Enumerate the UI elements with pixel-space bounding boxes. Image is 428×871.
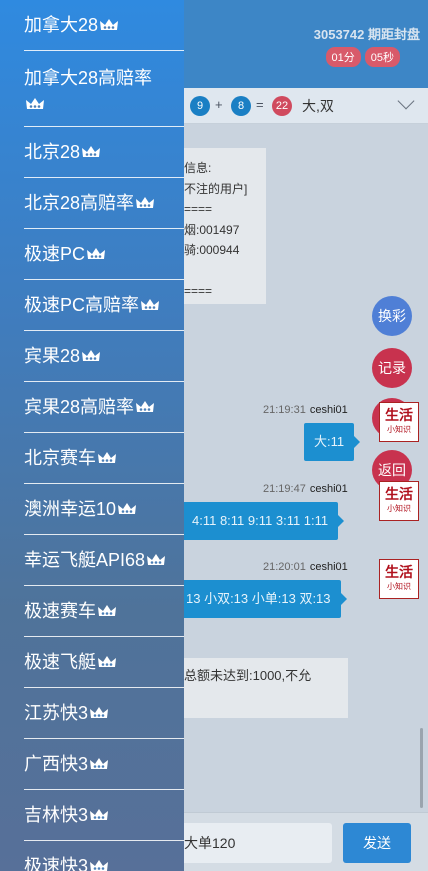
crown-icon [90, 860, 109, 871]
drawer-item-speed-pc-high-odds[interactable]: 极速PC高赔率 [24, 280, 184, 331]
drawer-item-label: 幸运飞艇API68 [24, 548, 166, 572]
message-meta: 21:19:47 ceshi01 [263, 483, 348, 495]
lottery-drawer: 加拿大28 加拿大28高赔率 北京28 北京28高赔率 极速PC 极速PC高赔率… [0, 0, 184, 871]
drawer-item-beijing28[interactable]: 北京28 [24, 127, 184, 178]
record-button[interactable]: 记录 [372, 348, 412, 388]
crown-icon [147, 554, 166, 565]
drawer-item-label: 极速PC [24, 242, 106, 266]
message-time: 21:20:01 [263, 561, 306, 573]
drawer-item-label: 加拿大28高赔率 [24, 65, 152, 117]
message-meta: 21:19:31 ceshi01 [263, 404, 348, 416]
crown-icon [82, 146, 101, 157]
chat-scrollbar[interactable] [420, 728, 423, 808]
drawer-item-label: 极速飞艇 [24, 650, 117, 674]
user-avatar: 生活 小知识 [379, 559, 419, 599]
drawer-item-label: 吉林快3 [24, 803, 109, 827]
crown-icon [87, 248, 106, 259]
crown-icon [82, 350, 101, 361]
user-avatar: 生活 小知识 [379, 402, 419, 442]
avatar-text: 生活 [385, 486, 413, 502]
message-bubble: 13 小双:13 小单:13 双:13 [176, 580, 347, 618]
crown-icon [90, 809, 109, 820]
notice-line: ==== [184, 202, 213, 216]
result-sum-ball: 22 [272, 96, 292, 116]
drawer-item-guangxi-k3[interactable]: 广西快3 [24, 739, 184, 790]
drawer-item-label: 加拿大28 [24, 13, 119, 37]
notice-line: 烟:001497 [184, 222, 240, 237]
drawer-item-label: 极速快3 [24, 854, 109, 871]
message-meta: 21:20:01 ceshi01 [263, 561, 348, 573]
period-countdown-label: 3053742 期距封盘 [313, 27, 420, 42]
drawer-item-label: 澳洲幸运10 [24, 497, 137, 521]
drawer-item-bingo28[interactable]: 宾果28 [24, 331, 184, 382]
message-user: ceshi01 [309, 404, 348, 416]
drawer-item-jiangsu-k3[interactable]: 江苏快3 [24, 688, 184, 739]
crown-icon [136, 401, 155, 412]
drawer-item-jilin-k3[interactable]: 吉林快3 [24, 790, 184, 841]
drawer-item-canada28[interactable]: 加拿大28 [24, 0, 184, 51]
send-button[interactable]: 发送 [343, 823, 411, 863]
avatar-subtext: 小知识 [387, 504, 411, 513]
avatar-text: 生活 [385, 407, 413, 423]
drawer-item-beijing28-high-odds[interactable]: 北京28高赔率 [24, 178, 184, 229]
drawer-item-label: 北京28 [24, 140, 101, 164]
drawer-item-beijing-racing[interactable]: 北京赛车 [24, 433, 184, 484]
message-time: 21:19:47 [263, 483, 306, 495]
crown-icon [26, 98, 44, 109]
drawer-item-speed-airship[interactable]: 极速飞艇 [24, 637, 184, 688]
crown-icon [136, 197, 155, 208]
drawer-item-bingo28-high-odds[interactable]: 宾果28高赔率 [24, 382, 184, 433]
result-ball-1: 9 [190, 96, 210, 116]
drawer-item-label: 江苏快3 [24, 701, 109, 725]
drawer-item-australia-lucky10[interactable]: 澳洲幸运10 [24, 484, 184, 535]
countdown-minutes: 01分 [325, 47, 361, 67]
crown-icon [141, 299, 160, 310]
drawer-item-lucky-airship-api68[interactable]: 幸运飞艇API68 [24, 535, 184, 586]
notice-line: 信息: [184, 161, 212, 175]
crown-icon [90, 758, 109, 769]
crown-icon [98, 656, 116, 667]
drawer-item-label: 北京赛车 [24, 446, 117, 470]
message-bubble: 4:11 8:11 9:11 3:11 1:11 [182, 502, 345, 540]
drawer-item-speed-k3[interactable]: 极速快3 [24, 841, 184, 871]
drawer-item-speed-pc[interactable]: 极速PC [24, 229, 184, 280]
result-equals: = [256, 97, 264, 112]
message-user: ceshi01 [309, 561, 348, 573]
message-bubble: 大:11 [304, 423, 361, 461]
result-ball-2: 8 [231, 96, 251, 116]
crown-icon [90, 707, 109, 718]
drawer-item-label: 极速PC高赔率 [24, 293, 160, 317]
drawer-item-label: 广西快3 [24, 752, 109, 776]
result-plus: + [215, 97, 223, 112]
avatar-subtext: 小知识 [387, 425, 411, 434]
drawer-item-label: 宾果28 [24, 344, 101, 368]
drawer-item-canada28-high-odds[interactable]: 加拿大28高赔率 [24, 51, 184, 127]
message-user: ceshi01 [309, 483, 348, 495]
drawer-item-speed-racing[interactable]: 极速赛车 [24, 586, 184, 637]
notice-line: ==== [184, 284, 213, 298]
crown-icon [118, 503, 137, 514]
crown-icon [98, 605, 116, 616]
result-text: 大,双 [302, 98, 334, 114]
crown-icon [98, 452, 116, 463]
drawer-item-label: 北京28高赔率 [24, 191, 155, 215]
notice-line: 骑:000944 [184, 243, 240, 257]
countdown-seconds: 05秒 [364, 47, 400, 67]
message-time: 21:19:31 [263, 404, 306, 416]
avatar-subtext: 小知识 [387, 582, 411, 591]
countdown-timer: 01分 05秒 [325, 47, 400, 67]
drawer-item-label: 宾果28高赔率 [24, 395, 155, 419]
avatar-text: 生活 [385, 564, 413, 580]
crown-icon [100, 19, 119, 30]
change-lottery-button[interactable]: 换彩 [372, 296, 412, 336]
user-avatar: 生活 小知识 [379, 481, 419, 521]
notice-line: 不注的用户] [184, 181, 248, 196]
notice-line [184, 261, 266, 282]
drawer-item-label: 极速赛车 [24, 599, 117, 623]
